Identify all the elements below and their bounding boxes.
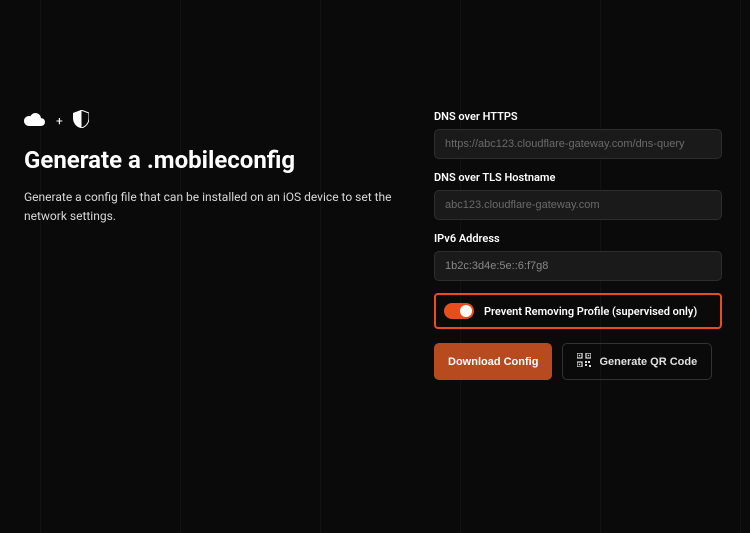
generate-qr-label: Generate QR Code <box>599 356 697 368</box>
ipv6-input[interactable] <box>434 251 722 281</box>
dns-tls-field: DNS over TLS Hostname <box>434 171 722 220</box>
dns-tls-label: DNS over TLS Hostname <box>434 171 722 184</box>
generate-qr-button[interactable]: Generate QR Code <box>562 343 712 380</box>
dns-https-label: DNS over HTTPS <box>434 110 722 123</box>
prevent-remove-toggle[interactable] <box>444 303 474 319</box>
shield-icon <box>73 110 89 132</box>
cloud-icon <box>24 112 46 131</box>
prevent-remove-row: Prevent Removing Profile (supervised onl… <box>434 293 722 329</box>
left-panel: + Generate a .mobileconfig Generate a co… <box>24 110 394 380</box>
page-description: Generate a config file that can be insta… <box>24 188 394 225</box>
button-row: Download Config <box>434 343 722 380</box>
dns-https-input[interactable] <box>434 129 722 159</box>
page-title: Generate a .mobileconfig <box>24 146 394 174</box>
prevent-remove-label: Prevent Removing Profile (supervised onl… <box>484 305 697 318</box>
form-panel: DNS over HTTPS DNS over TLS Hostname IPv… <box>434 110 722 380</box>
ipv6-label: IPv6 Address <box>434 232 722 245</box>
toggle-knob <box>460 305 472 317</box>
qr-icon <box>577 353 591 370</box>
ipv6-field: IPv6 Address <box>434 232 722 281</box>
download-config-button[interactable]: Download Config <box>434 343 552 380</box>
dns-tls-input[interactable] <box>434 190 722 220</box>
download-config-label: Download Config <box>448 356 538 368</box>
logo-row: + <box>24 110 394 132</box>
plus-icon: + <box>56 114 63 128</box>
main-container: + Generate a .mobileconfig Generate a co… <box>0 0 750 408</box>
dns-https-field: DNS over HTTPS <box>434 110 722 159</box>
